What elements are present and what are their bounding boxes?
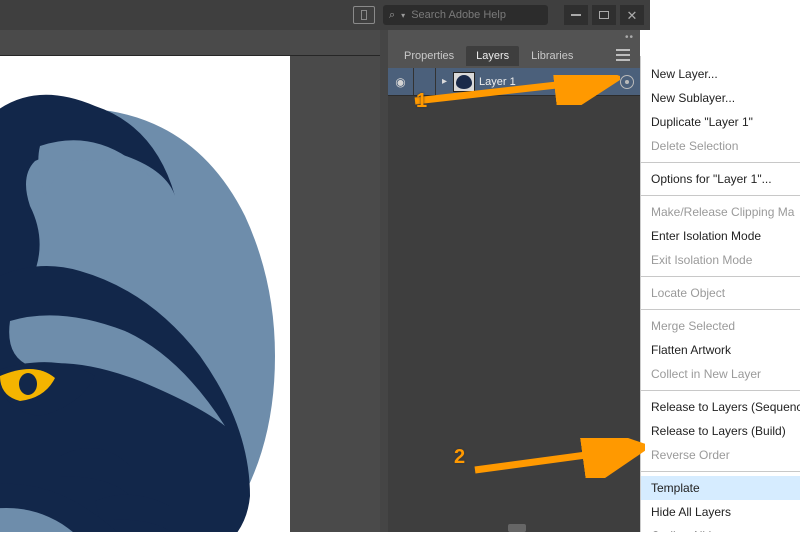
- layer-name-label[interactable]: Layer 1: [479, 76, 616, 88]
- panel-divider[interactable]: [380, 30, 388, 532]
- menu-separator: [641, 309, 800, 310]
- menu-reverse-order: Reverse Order: [641, 443, 800, 467]
- menu-collect-new-layer: Collect in New Layer: [641, 362, 800, 386]
- menu-locate-object: Locate Object: [641, 281, 800, 305]
- window-controls: ✕: [564, 5, 644, 25]
- visibility-toggle[interactable]: ◉: [388, 68, 414, 95]
- menu-duplicate-layer[interactable]: Duplicate "Layer 1": [641, 110, 800, 134]
- app-titlebar: ⌕ ▾ Search Adobe Help ✕: [0, 0, 650, 30]
- menu-flatten-artwork[interactable]: Flatten Artwork: [641, 338, 800, 362]
- minimize-button[interactable]: [564, 5, 588, 25]
- menu-release-to-layers-build[interactable]: Release to Layers (Build): [641, 419, 800, 443]
- panel-resize-handle[interactable]: [508, 524, 526, 532]
- menu-new-layer[interactable]: New Layer...: [641, 62, 800, 86]
- tab-properties[interactable]: Properties: [394, 46, 464, 66]
- artboard[interactable]: [0, 56, 290, 532]
- document-tab-bar[interactable]: [0, 30, 380, 56]
- eye-icon: ◉: [395, 75, 405, 89]
- workspace-switcher-button[interactable]: [353, 6, 375, 24]
- panel-tabs: Properties Layers Libraries: [388, 44, 640, 68]
- search-icon: ⌕: [389, 9, 395, 22]
- annotation-number-2: 2: [454, 446, 465, 469]
- disclosure-triangle[interactable]: ▸: [440, 76, 449, 87]
- menu-template[interactable]: Template: [641, 476, 800, 500]
- panel-flyout-button[interactable]: [612, 44, 634, 66]
- menu-delete-selection: Delete Selection: [641, 134, 800, 158]
- search-placeholder: Search Adobe Help: [411, 9, 506, 21]
- menu-new-sublayer[interactable]: New Sublayer...: [641, 86, 800, 110]
- menu-outline-all-layers[interactable]: Outline All Layers: [641, 524, 800, 532]
- tab-layers[interactable]: Layers: [466, 46, 519, 66]
- menu-separator: [641, 162, 800, 163]
- tab-libraries[interactable]: Libraries: [521, 46, 583, 66]
- menu-exit-isolation: Exit Isolation Mode: [641, 248, 800, 272]
- annotation-number-1: 1: [416, 90, 427, 113]
- help-search-field[interactable]: ⌕ ▾ Search Adobe Help: [383, 5, 548, 25]
- layers-panel-flyout-menu: New Layer... New Sublayer... Duplicate "…: [640, 56, 800, 532]
- layer-thumbnail[interactable]: [453, 72, 475, 92]
- menu-hide-all-layers[interactable]: Hide All Layers: [641, 500, 800, 524]
- menu-enter-isolation[interactable]: Enter Isolation Mode: [641, 224, 800, 248]
- menu-merge-selected: Merge Selected: [641, 314, 800, 338]
- maximize-button[interactable]: [592, 5, 616, 25]
- panel-gripper[interactable]: ••: [388, 30, 640, 44]
- menu-make-release-clipping: Make/Release Clipping Ma: [641, 200, 800, 224]
- menu-separator: [641, 195, 800, 196]
- menu-options-for-layer[interactable]: Options for "Layer 1"...: [641, 167, 800, 191]
- close-button[interactable]: ✕: [620, 5, 644, 25]
- grizzly-artwork: [0, 56, 290, 532]
- chevron-down-icon: ▾: [401, 11, 405, 20]
- menu-separator: [641, 471, 800, 472]
- layers-panel-body: ◉ ▸ Layer 1: [388, 68, 640, 532]
- menu-release-to-layers-sequence[interactable]: Release to Layers (Sequenc: [641, 395, 800, 419]
- target-icon[interactable]: [620, 75, 634, 89]
- menu-separator: [641, 390, 800, 391]
- menu-separator: [641, 276, 800, 277]
